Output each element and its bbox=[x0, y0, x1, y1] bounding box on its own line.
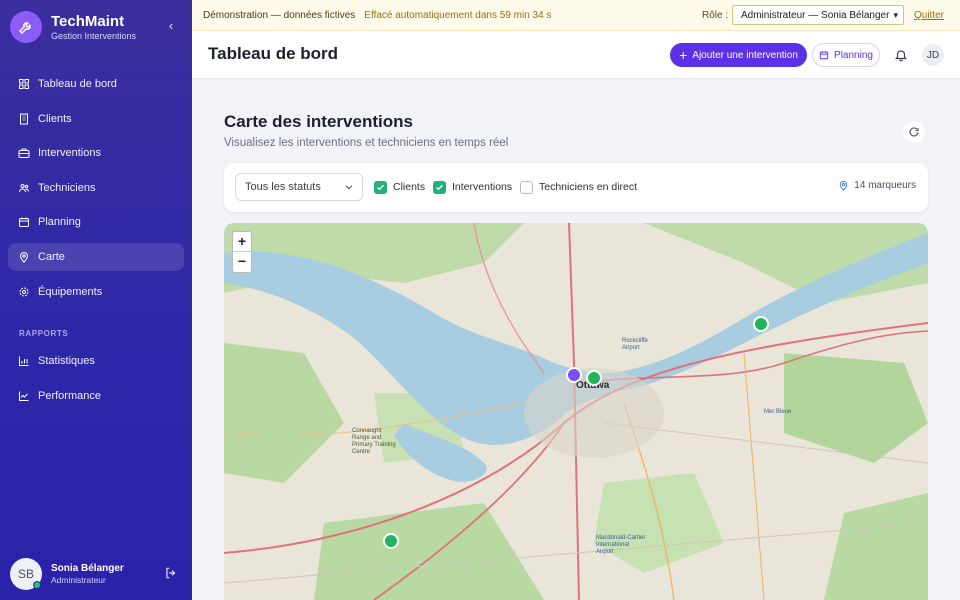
zoom-out-button[interactable]: − bbox=[233, 252, 251, 272]
filter-clients-label: Clients bbox=[393, 181, 426, 193]
grid-icon bbox=[19, 79, 29, 89]
sidebar-item-label: Carte bbox=[38, 251, 65, 263]
map-pin-icon bbox=[840, 180, 848, 191]
sidebar-item-technicians[interactable]: Techniciens bbox=[8, 174, 184, 202]
filter-live-technicians-checkbox[interactable]: Techniciens en direct bbox=[520, 180, 637, 194]
role-label: Rôle : bbox=[702, 10, 729, 21]
technician-marker[interactable] bbox=[566, 367, 582, 383]
refresh-icon bbox=[909, 127, 919, 137]
building-icon bbox=[20, 113, 28, 125]
markers-count-label: 14 marqueurs bbox=[854, 180, 916, 191]
status-select[interactable]: Tous les statuts bbox=[235, 173, 363, 201]
map-section-title: Carte des interventions bbox=[224, 112, 413, 131]
client-marker[interactable] bbox=[383, 533, 399, 549]
unchecked-box-icon bbox=[520, 180, 533, 194]
add-intervention-button[interactable]: + Ajouter une intervention bbox=[670, 43, 807, 67]
map-section-subtitle: Visualisez les interventions et technici… bbox=[224, 137, 509, 149]
sidebar-item-label: Clients bbox=[38, 113, 72, 125]
sidebar-item-label: Performance bbox=[38, 390, 101, 402]
plus-icon: + bbox=[679, 47, 688, 63]
status-select-value: Tous les statuts bbox=[245, 181, 321, 193]
check-icon bbox=[433, 180, 446, 194]
map-markers bbox=[383, 316, 769, 549]
map-pin-icon bbox=[19, 252, 29, 263]
sidebar-item-performance[interactable]: Performance bbox=[8, 382, 184, 410]
brand-subtitle: Gestion Interventions bbox=[51, 30, 137, 41]
trend-icon bbox=[19, 391, 29, 401]
filter-interventions-label: Interventions bbox=[452, 181, 513, 193]
logout-icon[interactable] bbox=[164, 566, 178, 580]
sidebar-item-label: Interventions bbox=[38, 147, 101, 159]
users-icon bbox=[19, 184, 29, 193]
chevron-down-icon: ▾ bbox=[893, 10, 898, 20]
sidebar-item-planning[interactable]: Planning bbox=[8, 208, 184, 236]
calendar-icon bbox=[819, 51, 829, 60]
page-title: Tableau de bord bbox=[208, 44, 339, 63]
brand[interactable]: TechMaint Gestion Interventions bbox=[10, 10, 182, 44]
avatar-initials: SB bbox=[17, 567, 34, 581]
chevron-left-icon[interactable]: ‹ bbox=[163, 18, 179, 34]
briefcase-icon bbox=[18, 148, 30, 158]
reports-section-label: RAPPORTS bbox=[19, 329, 69, 338]
sidebar: TechMaint Gestion Interventions ‹ Tablea… bbox=[0, 0, 192, 600]
sidebar-item-label: Planning bbox=[38, 216, 81, 228]
calendar-icon bbox=[19, 217, 29, 227]
brand-name: TechMaint bbox=[51, 12, 125, 30]
sidebar-item-map[interactable]: Carte bbox=[8, 243, 184, 271]
bar-chart-icon bbox=[19, 356, 29, 366]
chevron-down-icon bbox=[345, 185, 353, 190]
check-icon bbox=[374, 180, 387, 194]
sidebar-item-label: Tableau de bord bbox=[38, 78, 117, 90]
planning-button-label: Planning bbox=[834, 49, 873, 61]
user-role: Administrateur bbox=[51, 575, 106, 585]
planning-button[interactable]: Planning bbox=[812, 43, 880, 67]
markers-count: 14 marqueurs bbox=[838, 180, 916, 191]
sidebar-item-label: Techniciens bbox=[38, 182, 96, 194]
demo-banner-title: Démonstration — données fictives bbox=[203, 9, 356, 21]
sidebar-item-dashboard[interactable]: Tableau de bord bbox=[8, 70, 184, 98]
add-intervention-label: Ajouter une intervention bbox=[692, 49, 798, 61]
demo-banner: Démonstration — données fictives Effacé … bbox=[192, 0, 960, 31]
sidebar-item-equipment[interactable]: Équipements bbox=[8, 278, 184, 306]
sidebar-item-interventions[interactable]: Interventions bbox=[8, 139, 184, 167]
sidebar-item-statistics[interactable]: Statistiques bbox=[8, 347, 184, 375]
filter-interventions-checkbox[interactable]: Interventions bbox=[433, 180, 512, 194]
avatar: SB bbox=[10, 558, 42, 590]
header-avatar[interactable]: JD bbox=[922, 44, 944, 66]
zoom-in-button[interactable]: + bbox=[233, 232, 251, 252]
map-filters-bar: Tous les statuts Clients Interventions T… bbox=[224, 163, 928, 212]
zoom-control: + − bbox=[232, 231, 252, 273]
refresh-button[interactable] bbox=[903, 121, 925, 143]
sidebar-item-label: Statistiques bbox=[38, 355, 95, 367]
interventions-map[interactable]: Ottawa Macdonald-Cartier International A… bbox=[224, 223, 928, 600]
quit-link[interactable]: Quitter bbox=[914, 10, 944, 21]
top-header: Tableau de bord + Ajouter une interventi… bbox=[192, 31, 960, 79]
online-status-dot bbox=[33, 581, 41, 589]
user-profile[interactable]: SB Sonia Bélanger Administrateur bbox=[10, 557, 182, 591]
filter-clients-checkbox[interactable]: Clients bbox=[374, 180, 425, 194]
demo-banner-timer: Effacé automatiquement dans 59 min 34 s bbox=[364, 9, 552, 21]
bell-icon[interactable] bbox=[894, 48, 908, 62]
sidebar-item-clients[interactable]: Clients bbox=[8, 105, 184, 133]
role-select-value: Administrateur — Sonia Bélanger bbox=[741, 9, 890, 21]
sidebar-item-label: Équipements bbox=[38, 286, 103, 298]
client-marker[interactable] bbox=[586, 370, 602, 386]
user-name: Sonia Bélanger bbox=[51, 563, 124, 574]
filter-live-technicians-label: Techniciens en direct bbox=[539, 181, 638, 193]
client-marker[interactable] bbox=[753, 316, 769, 332]
role-select[interactable]: Administrateur — Sonia Bélanger ▾ bbox=[732, 5, 904, 25]
gear-icon bbox=[19, 287, 29, 297]
wrench-icon bbox=[10, 11, 42, 43]
